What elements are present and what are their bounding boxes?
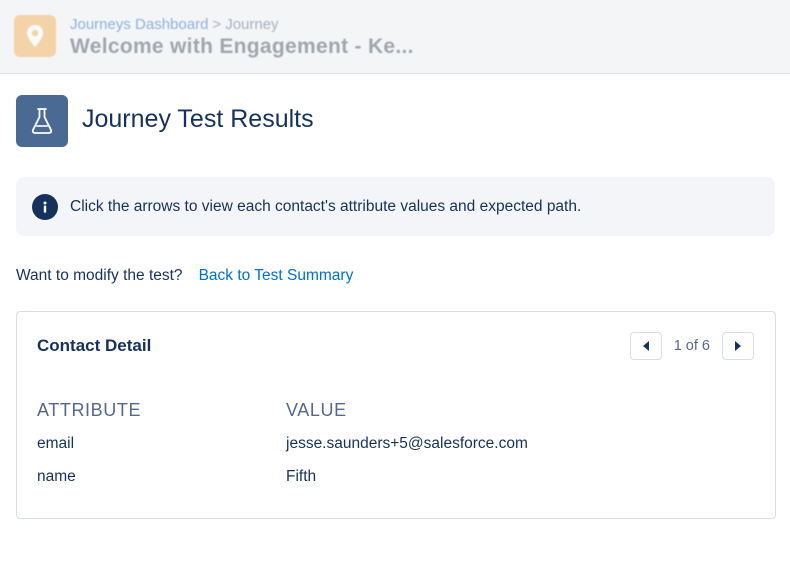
attribute-cell: email [37,435,75,452]
breadcrumb-separator: > [212,16,222,33]
triangle-right-icon [735,341,741,351]
contact-detail-card: Contact Detail 1 of 6 ATTRIBUTE VALUE em… [16,311,776,519]
back-to-test-summary-link[interactable]: Back to Test Summary [199,267,354,284]
app-header: Journeys Dashboard > Journey Welcome with … [0,0,790,74]
breadcrumb: Journeys Dashboard > Journey [70,16,279,33]
attribute-cell: name [37,468,76,485]
triangle-left-icon [642,341,649,351]
map-pin-icon [14,15,56,57]
contact-detail-title: Contact Detail [37,336,152,355]
flask-icon [16,95,68,147]
modify-prompt: Want to modify the test? [16,267,183,284]
pager-count: 1 of 6 [673,338,710,354]
next-contact-button[interactable] [722,332,754,360]
contact-pager: 1 of 6 [629,332,754,360]
value-cell: jesse.saunders+5@salesforce.com [286,435,528,452]
value-cell: Fifth [286,468,317,485]
modify-row: Want to modify the test? Back to Test Sum… [16,267,353,285]
info-icon [32,193,58,220]
prev-contact-button[interactable] [629,332,662,360]
info-text: Click the arrows to view each contact's … [70,197,582,215]
info-banner: Click the arrows to view each contact's … [16,177,775,236]
breadcrumb-journey: Journey [225,16,279,33]
journey-title: Welcome with Engagement - Ke... [70,35,414,58]
page-title: Journey Test Results [82,105,314,133]
breadcrumb-journeys-dashboard[interactable]: Journeys Dashboard [70,16,208,33]
attribute-column-header: ATTRIBUTE [37,400,142,420]
value-column-header: VALUE [286,400,347,420]
